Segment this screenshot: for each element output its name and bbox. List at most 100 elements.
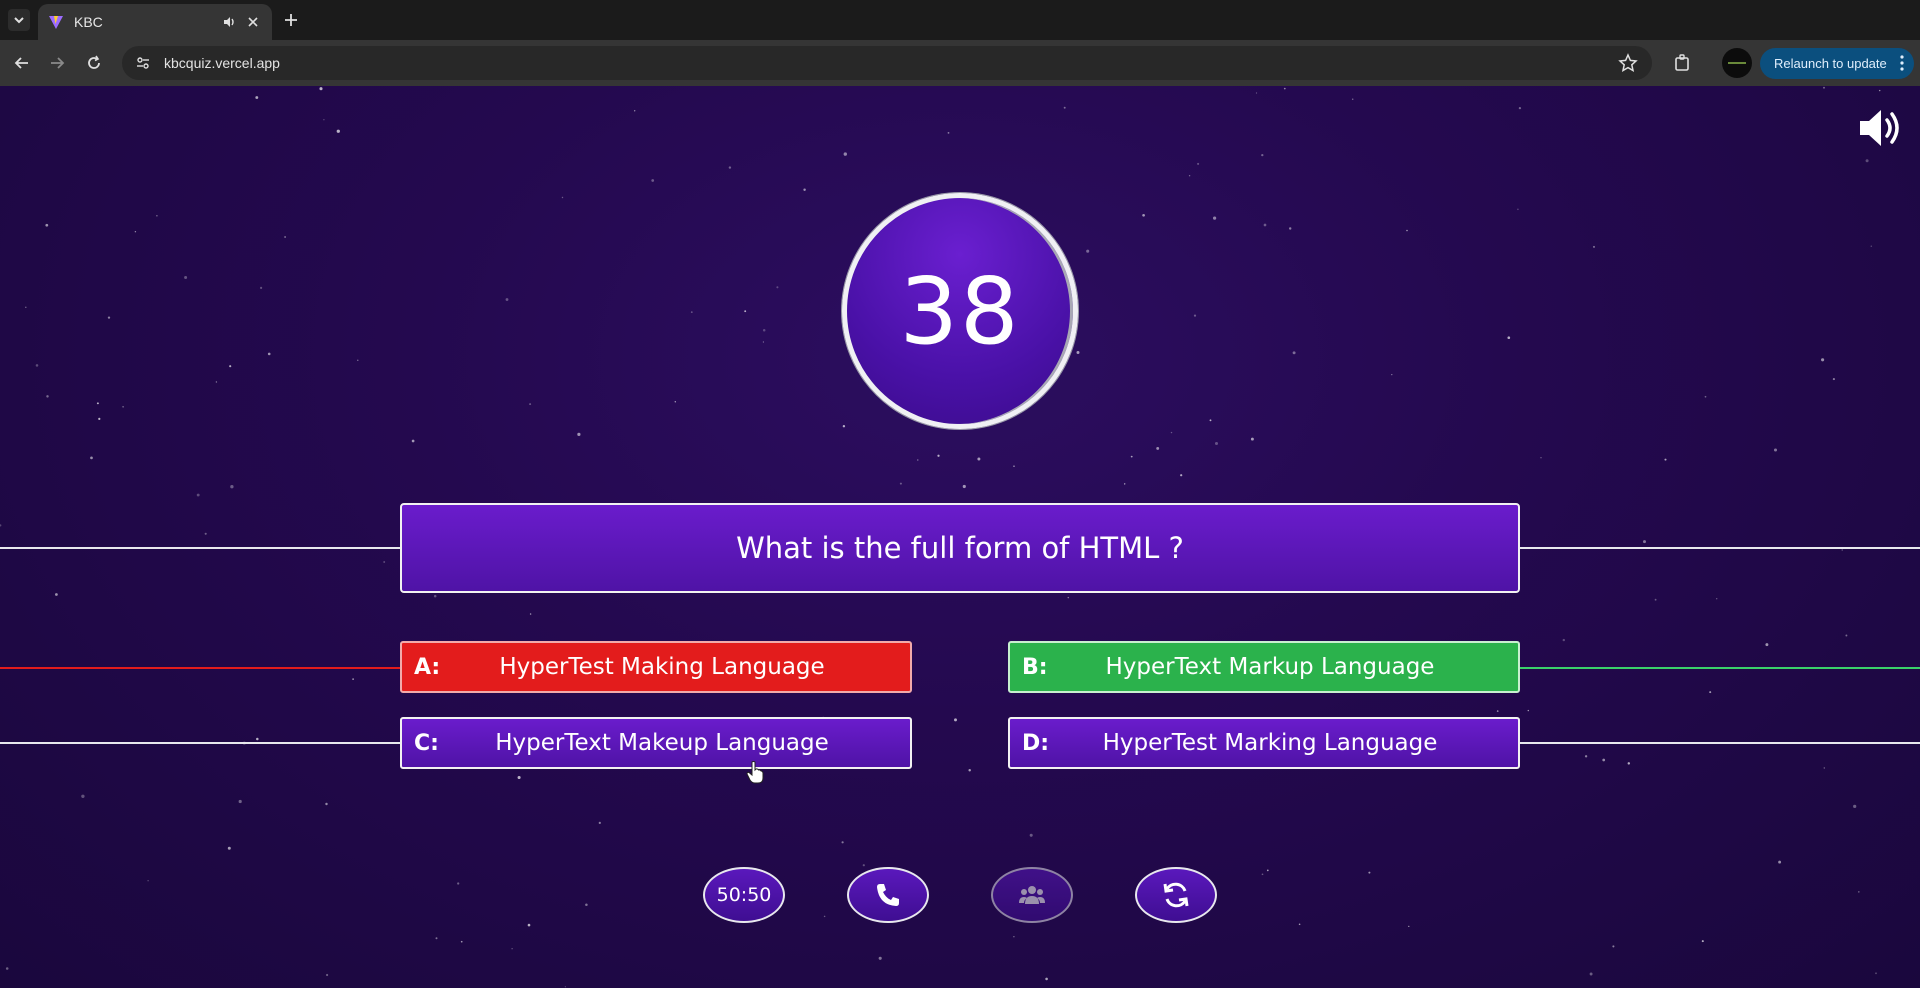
star-dot bbox=[1076, 351, 1080, 354]
star-dot bbox=[156, 215, 158, 217]
star-dot bbox=[215, 381, 218, 383]
star-dot bbox=[577, 432, 581, 436]
star-dot bbox=[762, 341, 765, 343]
star-dot bbox=[1351, 98, 1354, 100]
lifeline-label: 50:50 bbox=[716, 884, 772, 906]
star-dot bbox=[1540, 457, 1542, 459]
new-tab-button[interactable] bbox=[280, 9, 302, 31]
star-dot bbox=[962, 484, 966, 489]
star-dot bbox=[1368, 871, 1371, 874]
star-dot bbox=[1063, 106, 1066, 109]
option-letter: A: bbox=[414, 654, 441, 680]
star-dot bbox=[1853, 804, 1857, 809]
star-dot bbox=[585, 903, 588, 906]
star-dot bbox=[1170, 431, 1173, 434]
tab-search-button[interactable] bbox=[8, 9, 30, 31]
star-dot bbox=[1298, 923, 1301, 926]
star-dot bbox=[134, 231, 137, 233]
vite-logo-icon bbox=[49, 16, 63, 29]
option-letter: D: bbox=[1022, 730, 1050, 756]
star-dot bbox=[1067, 596, 1070, 599]
star-dot bbox=[98, 417, 101, 421]
option-letter: C: bbox=[414, 730, 439, 756]
audience-icon bbox=[1019, 886, 1045, 904]
address-bar[interactable]: kbcquiz.vercel.app bbox=[122, 46, 1652, 80]
star-dot bbox=[204, 532, 207, 535]
star-dot bbox=[954, 718, 957, 722]
star-dot bbox=[1013, 465, 1015, 467]
extensions-button[interactable] bbox=[1671, 51, 1695, 75]
star-dot bbox=[1406, 229, 1408, 232]
question-box: What is the full form of HTML ? bbox=[400, 503, 1520, 593]
browser-toolbar: kbcquiz.vercel.app Relaunch to update bbox=[0, 40, 1920, 86]
option-a-button[interactable]: A: HyperTest Making Language bbox=[400, 641, 912, 693]
star-dot bbox=[1188, 175, 1191, 177]
star-dot bbox=[1263, 223, 1267, 227]
star-dot bbox=[1875, 972, 1877, 975]
star-dot bbox=[1507, 336, 1511, 340]
star-dot bbox=[1589, 972, 1593, 976]
star-dot bbox=[284, 236, 286, 238]
star-dot bbox=[1584, 755, 1588, 758]
option-text: HyperText Makeup Language bbox=[495, 730, 829, 756]
question-line-right bbox=[1520, 547, 1920, 549]
option-d-button[interactable]: D: HyperTest Marking Language bbox=[1008, 717, 1520, 769]
volume-icon[interactable] bbox=[1856, 104, 1904, 152]
bookmark-star-icon[interactable] bbox=[1618, 53, 1638, 73]
lifeline-fifty-fifty-button[interactable]: 50:50 bbox=[703, 867, 785, 923]
star-dot bbox=[227, 846, 231, 850]
star-dot bbox=[1124, 483, 1126, 485]
plus-icon bbox=[285, 14, 297, 26]
star-dot bbox=[1496, 710, 1499, 712]
tab-strip: KBC bbox=[0, 0, 1920, 40]
star-dot bbox=[1821, 358, 1825, 362]
lifeline-phone-button[interactable] bbox=[847, 867, 929, 923]
star-dot bbox=[744, 310, 747, 313]
speaker-icon[interactable] bbox=[220, 13, 238, 31]
star-dot bbox=[196, 493, 200, 497]
back-button[interactable] bbox=[10, 51, 34, 75]
star-dot bbox=[564, 986, 567, 988]
star-dot bbox=[561, 196, 564, 199]
star-dot bbox=[460, 940, 463, 943]
close-icon[interactable] bbox=[244, 13, 262, 31]
star-dot bbox=[1701, 940, 1704, 943]
star-dot bbox=[325, 802, 328, 806]
profile-avatar[interactable] bbox=[1722, 48, 1752, 78]
lifeline-audience-button[interactable] bbox=[991, 867, 1073, 923]
star-dot bbox=[107, 316, 111, 319]
star-dot bbox=[435, 937, 438, 940]
option-b-line bbox=[1520, 667, 1920, 669]
star-dot bbox=[762, 329, 766, 332]
star-dot bbox=[1765, 643, 1769, 647]
option-b-button[interactable]: B: HyperText Markup Language bbox=[1008, 641, 1520, 693]
question-line-left bbox=[0, 547, 400, 549]
star-dot bbox=[411, 439, 415, 443]
option-c-button[interactable]: C: HyperText Makeup Language bbox=[400, 717, 912, 769]
timer-value: 38 bbox=[899, 257, 1021, 365]
star-dot bbox=[1288, 227, 1292, 230]
option-text: HyperTest Making Language bbox=[499, 654, 825, 680]
tab-kbc[interactable]: KBC bbox=[38, 4, 272, 40]
star-dot bbox=[1527, 709, 1530, 712]
lifeline-flip-question-button[interactable] bbox=[1135, 867, 1217, 923]
star-dot bbox=[260, 286, 263, 289]
star-dot bbox=[878, 956, 882, 960]
star-dot bbox=[899, 482, 902, 485]
star-dot bbox=[823, 915, 826, 918]
reload-button[interactable] bbox=[82, 51, 106, 75]
relaunch-button[interactable]: Relaunch to update bbox=[1760, 48, 1914, 79]
star-dot bbox=[1778, 860, 1782, 864]
site-info-icon[interactable] bbox=[132, 52, 154, 74]
star-dot bbox=[255, 96, 259, 99]
star-dot bbox=[529, 613, 532, 615]
star-dot bbox=[96, 402, 99, 405]
star-dot bbox=[1841, 549, 1843, 551]
star-dot bbox=[527, 923, 531, 927]
star-dot bbox=[843, 152, 847, 156]
star-dot bbox=[230, 485, 234, 489]
star-dot bbox=[1870, 245, 1873, 248]
star-dot bbox=[1823, 86, 1825, 89]
star-dot bbox=[1086, 249, 1090, 253]
forward-button[interactable] bbox=[45, 51, 69, 75]
